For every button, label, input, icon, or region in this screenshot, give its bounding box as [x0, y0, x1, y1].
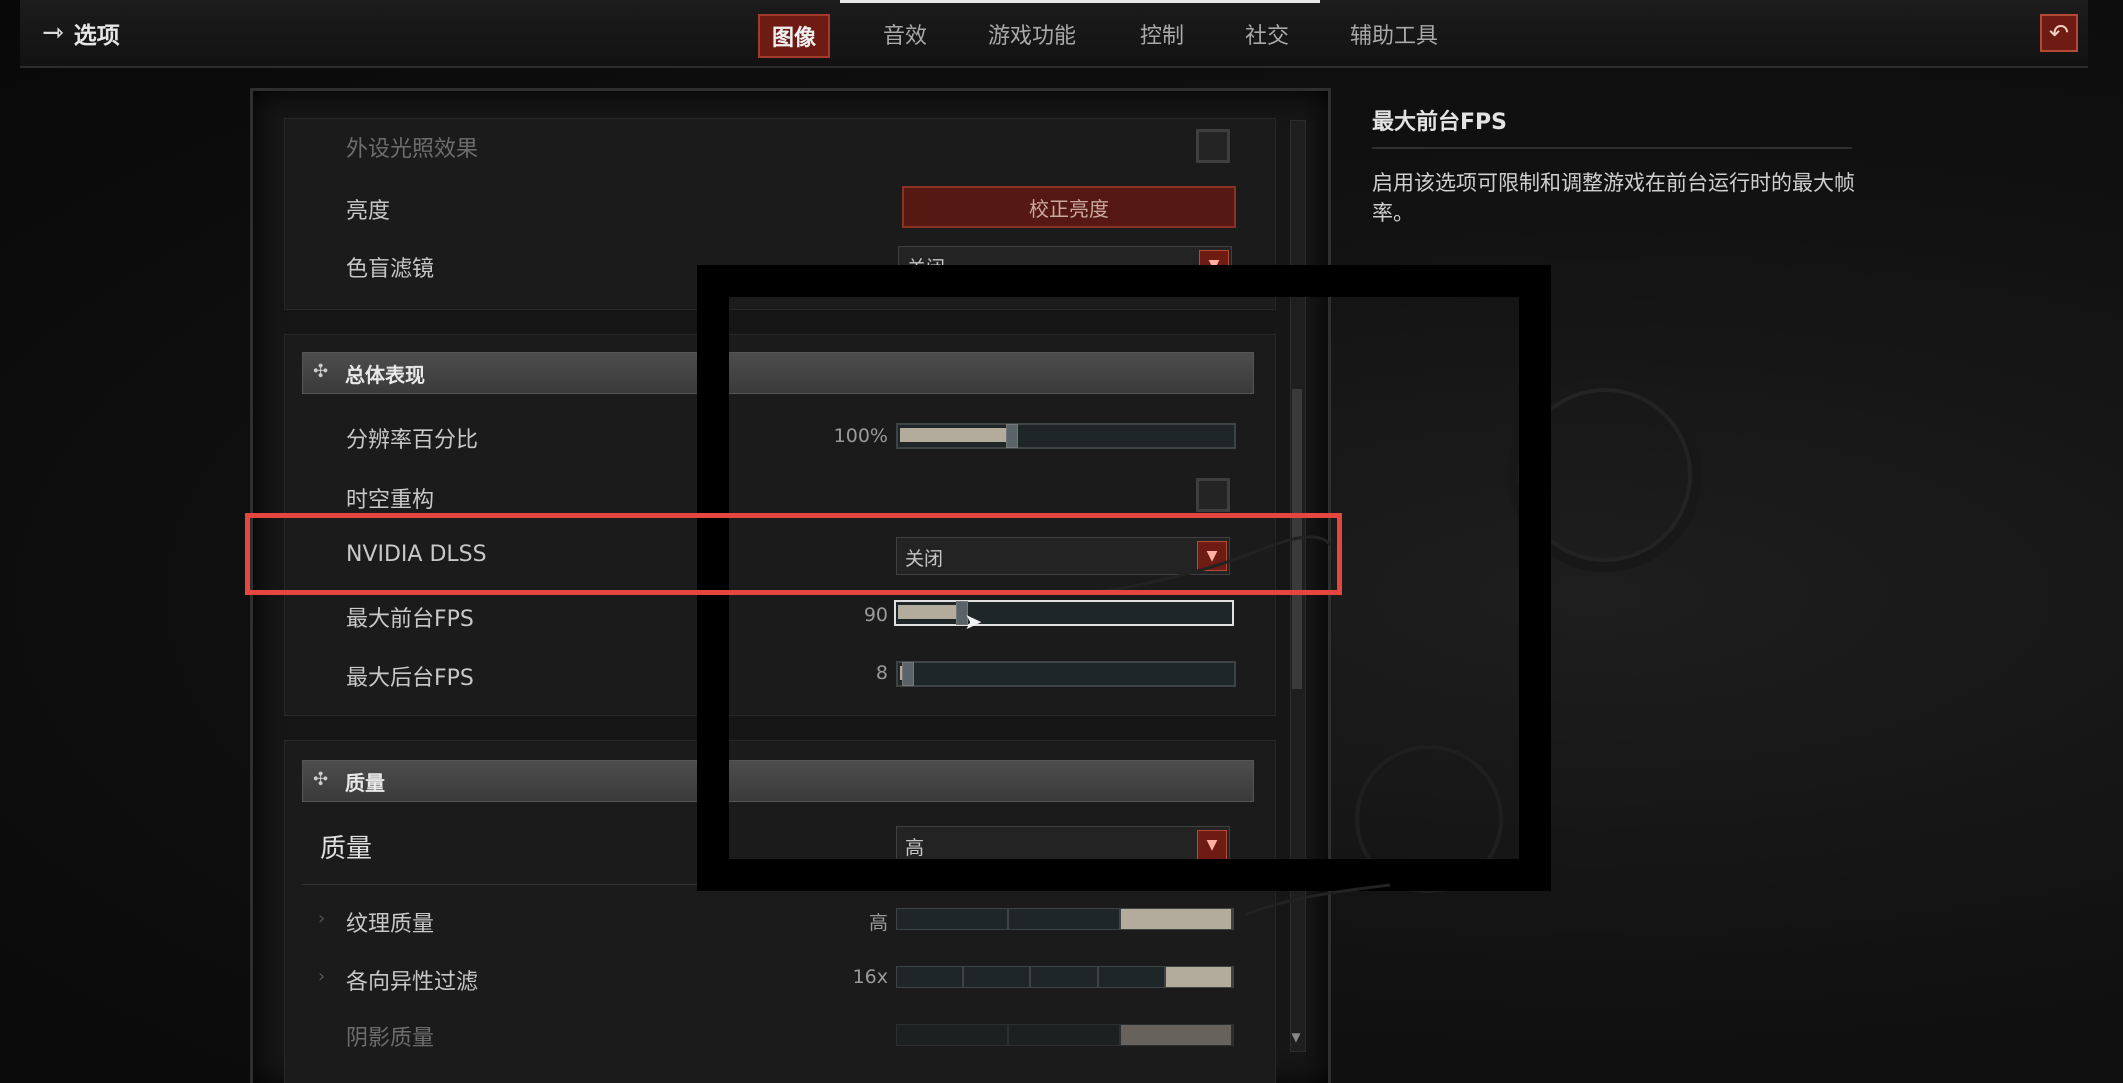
- tab-accessibility[interactable]: 辅助工具: [1350, 18, 1438, 50]
- segment-selected[interactable]: [1121, 1025, 1233, 1045]
- segment[interactable]: [1031, 967, 1099, 987]
- segment[interactable]: [897, 909, 1009, 929]
- shadow-quality-label: 阴影质量: [346, 1026, 435, 1051]
- anisotropic-filter-label: 各向异性过滤: [346, 970, 479, 995]
- tab-controls[interactable]: 控制: [1140, 18, 1184, 50]
- segment[interactable]: [1009, 909, 1121, 929]
- expand-icon: ✣: [313, 361, 329, 382]
- quality-preset-label: 质量: [320, 834, 373, 864]
- top-bar: ⇾ 选项 图像 音效 游戏功能 控制 社交 辅助工具 ↶: [20, 0, 2088, 68]
- tab-audio[interactable]: 音效: [883, 18, 927, 50]
- expand-icon: ✣: [313, 769, 329, 790]
- segment-selected[interactable]: [1165, 967, 1234, 987]
- calibrate-brightness-button[interactable]: 校正亮度: [902, 186, 1236, 228]
- texture-quality-label: 纹理质量: [346, 912, 435, 937]
- max-background-fps-label: 最大后台FPS: [346, 666, 474, 691]
- texture-quality-segments[interactable]: [896, 908, 1234, 930]
- anisotropic-filter-segments[interactable]: [896, 966, 1234, 988]
- description-divider: [1372, 147, 1852, 149]
- description-title: 最大前台FPS: [1372, 110, 1507, 135]
- sub-item-chevron-icon: ›: [318, 966, 326, 987]
- temporal-reconstruction-label: 时空重构: [346, 488, 435, 513]
- segment[interactable]: [897, 967, 965, 987]
- pen-stroke-annotation: [1244, 883, 1391, 917]
- segment[interactable]: [1009, 1025, 1121, 1045]
- resolution-label: 分辨率百分比: [346, 428, 479, 453]
- segment-selected[interactable]: [1121, 909, 1233, 929]
- return-icon: ↶: [2048, 19, 2070, 47]
- quality-header-label: 质量: [345, 771, 385, 795]
- options-screen: ⇾ 选项 图像 音效 游戏功能 控制 社交 辅助工具 ↶ 外设光照效果 亮度 校…: [0, 0, 2123, 1083]
- peripheral-lighting-checkbox[interactable]: [1196, 129, 1230, 163]
- texture-quality-value: 高: [868, 912, 888, 934]
- max-foreground-fps-label: 最大前台FPS: [346, 607, 474, 632]
- mouse-cursor-icon: ➤: [964, 610, 983, 635]
- segment[interactable]: [897, 1025, 1009, 1045]
- sub-item-chevron-icon: ›: [318, 908, 326, 929]
- segment[interactable]: [964, 967, 1032, 987]
- tab-graphics[interactable]: 图像: [758, 14, 831, 58]
- peripheral-lighting-label: 外设光照效果: [346, 137, 479, 162]
- tab-gameplay[interactable]: 游戏功能: [988, 18, 1076, 50]
- exit-button[interactable]: ↶: [2040, 14, 2078, 52]
- colorblind-label: 色盲滤镜: [346, 257, 435, 282]
- anisotropic-filter-value: 16x: [852, 966, 888, 988]
- shadow-quality-segments[interactable]: [896, 1024, 1234, 1046]
- scroll-down-icon[interactable]: ▼: [1287, 1030, 1305, 1048]
- highlight-box: [245, 513, 1342, 595]
- performance-header-label: 总体表现: [345, 363, 425, 387]
- tab-bar: 图像 音效 游戏功能 控制 社交 辅助工具: [20, 0, 2088, 66]
- brightness-label: 亮度: [346, 199, 391, 224]
- description-body: 启用该选项可限制和调整游戏在前台运行时的最大帧率。: [1372, 171, 1855, 225]
- segment[interactable]: [1099, 967, 1166, 987]
- tab-social[interactable]: 社交: [1245, 18, 1289, 50]
